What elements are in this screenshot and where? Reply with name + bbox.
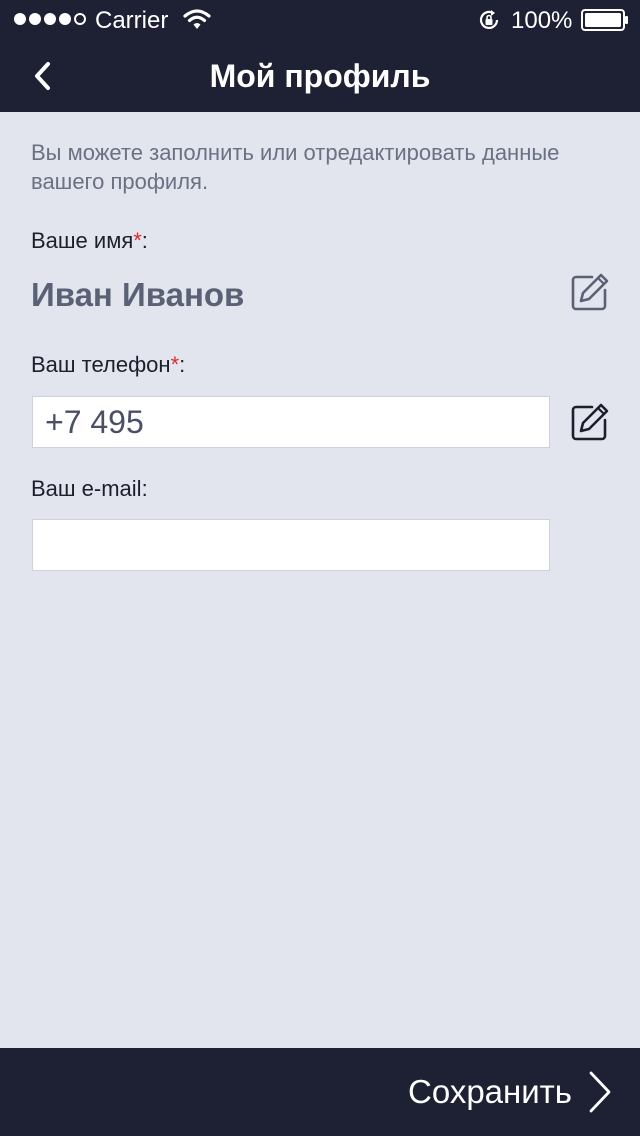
chevron-right-icon bbox=[589, 1071, 611, 1113]
email-label: Ваш e-mail: bbox=[31, 476, 148, 501]
profile-form: Вы можете заполнить или отредактировать … bbox=[0, 112, 640, 1048]
nav-bar: Мой профиль bbox=[0, 40, 640, 112]
name-label: Ваше имя*: bbox=[31, 228, 148, 253]
rotation-lock-icon bbox=[479, 10, 499, 29]
required-mark: * bbox=[133, 228, 142, 253]
footer-bar: Сохранить bbox=[0, 1048, 640, 1136]
save-label: Сохранить bbox=[408, 1073, 572, 1110]
header: Carrier 100% Мой профиль bbox=[0, 0, 640, 112]
edit-phone-button[interactable] bbox=[570, 402, 610, 442]
edit-icon bbox=[571, 273, 609, 311]
name-value: Иван Иванов bbox=[31, 276, 245, 313]
battery-percent: 100% bbox=[511, 7, 573, 34]
intro-text: Вы можете заполнить или отредактировать … bbox=[31, 140, 560, 194]
carrier-label: Carrier bbox=[95, 7, 169, 34]
wifi-icon bbox=[183, 9, 211, 29]
signal-strength-icon bbox=[14, 13, 86, 25]
edit-name-button[interactable] bbox=[570, 272, 610, 312]
required-mark: * bbox=[170, 352, 180, 377]
page-title: Мой профиль bbox=[209, 58, 431, 94]
battery-icon bbox=[581, 9, 628, 31]
phone-input[interactable] bbox=[32, 396, 550, 448]
edit-icon bbox=[571, 403, 609, 441]
phone-label: Ваш телефон*: bbox=[31, 352, 186, 377]
email-input[interactable] bbox=[32, 519, 550, 571]
save-button[interactable]: Сохранить bbox=[408, 1048, 612, 1136]
status-bar: Carrier 100% bbox=[0, 0, 640, 40]
